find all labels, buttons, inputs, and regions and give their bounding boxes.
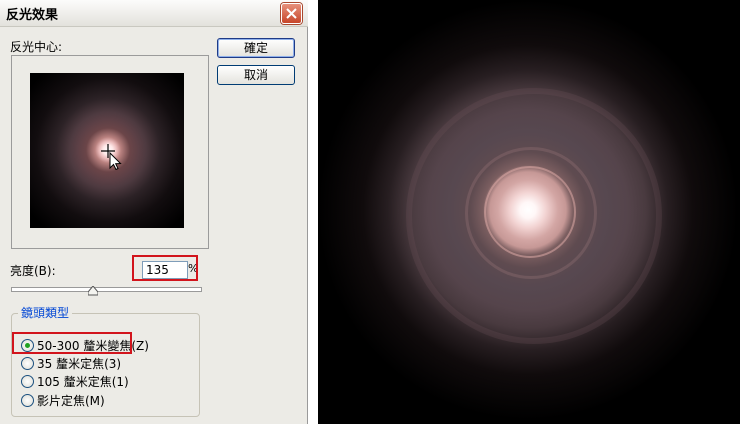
lens-flare-result-image <box>318 0 740 424</box>
lens-option-label: 35 釐米定焦(3) <box>37 357 122 371</box>
brightness-slider-track[interactable] <box>11 287 202 292</box>
brightness-highlight-box <box>132 255 198 281</box>
dialog-title: 反光效果 <box>6 8 59 23</box>
close-button[interactable] <box>281 3 302 24</box>
brightness-slider-thumb[interactable] <box>88 286 98 296</box>
lens-option-label: 影片定焦(M) <box>37 394 105 408</box>
flare-center-preview[interactable] <box>30 73 184 228</box>
flare-center-label: 反光中心: <box>10 40 63 54</box>
ok-button[interactable]: 確定 <box>217 38 295 58</box>
flare-halo-ring <box>406 88 662 344</box>
radio-button[interactable] <box>21 394 34 407</box>
title-bar: 反光效果 <box>0 0 308 27</box>
radio-button[interactable] <box>21 357 34 370</box>
lens-flare-dialog: 反光效果 確定 取消 反光中心: 亮度(B): 135 % 鏡頭類型 50-30… <box>0 0 308 424</box>
close-icon <box>286 8 297 19</box>
radio-button[interactable] <box>21 375 34 388</box>
lens-option-label: 105 釐米定焦(1) <box>37 375 129 389</box>
brightness-label: 亮度(B): <box>10 264 56 278</box>
crosshair-cursor-icon <box>101 144 122 170</box>
lens-option-highlight-box <box>12 332 132 354</box>
flare-center-preview-frame <box>11 55 209 249</box>
lens-type-group-label: 鏡頭類型 <box>18 304 73 321</box>
cancel-button[interactable]: 取消 <box>217 65 295 85</box>
